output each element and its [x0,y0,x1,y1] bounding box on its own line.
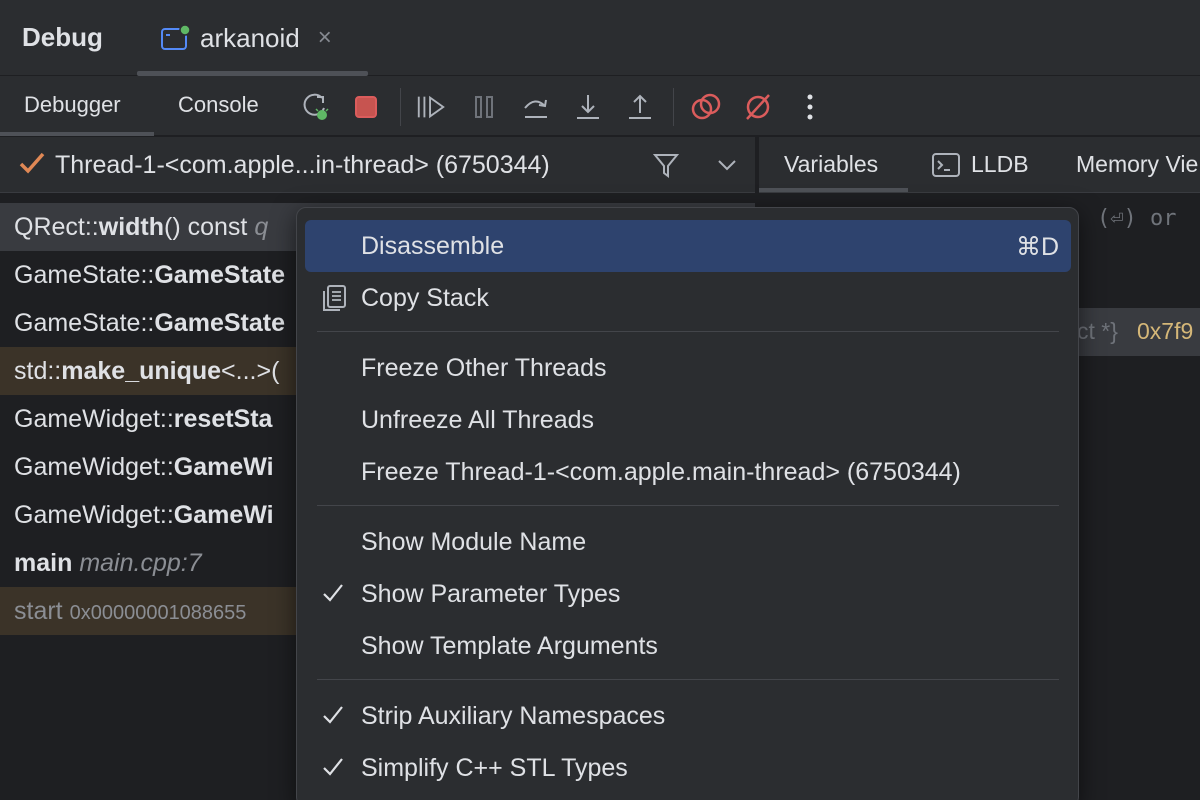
copy-icon [321,284,347,319]
variable-type: ct *} [1077,318,1118,344]
menu-item-label: Disassemble [361,232,505,260]
thread-selector[interactable]: Thread-1-<com.apple...in-thread> (675034… [0,137,755,193]
frame-class: QRect:: [14,213,99,241]
frame-function: GameWi [173,501,274,529]
app-window-icon [160,24,191,51]
frame-signature: <...>( [221,357,280,385]
menu-item-strip-auxiliary-namespaces[interactable]: Strip Auxiliary Namespaces [305,690,1071,742]
menu-separator [317,679,1059,680]
menu-item-shortcut: ⌘D [1015,233,1059,261]
view-breakpoints-icon[interactable] [690,92,722,122]
variables-tab-bar: Variables LLDB Memory Vie [759,137,1200,193]
frame-class: GameWidget:: [14,453,174,481]
check-icon [321,702,345,735]
tab-lldb-label: LLDB [971,151,1029,177]
chevron-down-icon[interactable] [716,155,738,180]
stop-icon[interactable] [350,92,382,122]
pause-icon[interactable] [468,92,500,122]
menu-item-show-template-arguments[interactable]: Show Template Arguments [305,620,1071,672]
menu-item-label: Freeze Thread-1-<com.apple.main-thread> … [361,458,961,486]
menu-item-label: Show Module Name [361,528,587,556]
terminal-icon [932,152,960,177]
mute-breakpoints-icon[interactable] [742,92,774,122]
run-tab-arkanoid[interactable]: arkanoid × [160,18,332,58]
evaluate-hint: (⏎) or [1097,206,1177,231]
tool-window-header: Debug arkanoid × [0,0,1200,76]
run-tab-label: arkanoid [200,22,300,53]
menu-item-freeze-thread[interactable]: Freeze Thread-1-<com.apple.main-thread> … [305,446,1071,498]
frame-function: start [14,597,70,625]
frame-function: GameWi [173,453,274,481]
tab-console[interactable]: Console [178,92,259,118]
menu-item-copy-stack[interactable]: Copy Stack [305,272,1071,324]
frame-function: make_unique [61,357,222,385]
menu-separator [317,331,1059,332]
check-icon [321,580,345,613]
menu-item-simplify-stl-types[interactable]: Simplify C++ STL Types [305,742,1071,794]
step-out-icon[interactable] [624,92,656,122]
toolbar-divider [400,88,401,126]
menu-item-label: Copy Stack [361,284,489,312]
tab-memory-view[interactable]: Memory Vie [1076,151,1198,178]
resume-icon[interactable] [415,92,447,122]
frame-class: GameWidget:: [14,501,174,529]
frame-class: GameWidget:: [14,405,174,433]
frame-class: GameState:: [14,309,155,337]
debugger-toolbar: Debugger Console [0,76,1200,136]
variable-value: 0x7f9 [1137,318,1194,344]
menu-item-disassemble[interactable]: Disassemble ⌘D [305,220,1071,272]
frame-function: width [98,213,165,241]
menu-item-label: Freeze Other Threads [361,354,607,382]
tab-variables[interactable]: Variables [784,151,878,178]
menu-item-label: Unfreeze All Threads [361,406,594,434]
check-icon [321,754,345,787]
variables-tab-indicator [759,188,908,192]
frame-function: GameState [154,309,285,337]
menu-separator [317,505,1059,506]
close-tab-icon[interactable]: × [318,24,332,52]
frames-context-menu: Disassemble ⌘D Copy Stack Freeze Other T… [296,207,1079,800]
menu-item-label: Strip Auxiliary Namespaces [361,702,666,730]
tab-lldb[interactable]: LLDB [931,151,1029,178]
frame-function: resetSta [173,405,273,433]
menu-item-unfreeze-all-threads[interactable]: Unfreeze All Threads [305,394,1071,446]
menu-item-label: Simplify C++ STL Types [361,754,628,782]
filter-icon[interactable] [652,151,680,184]
frame-class: std:: [14,357,62,385]
thread-label: Thread-1-<com.apple...in-thread> (675034… [55,151,550,179]
frame-address: 0x00000001088655 [69,602,247,624]
frame-location: q [254,213,269,241]
toolbar-divider [673,88,674,126]
menu-item-label: Show Parameter Types [361,580,621,608]
rerun-icon[interactable] [300,92,332,122]
menu-item-label: Show Template Arguments [361,632,658,660]
step-over-icon[interactable] [520,92,552,122]
frame-function: main [14,549,73,577]
tab-debugger[interactable]: Debugger [24,92,121,118]
menu-item-freeze-other-threads[interactable]: Freeze Other Threads [305,342,1071,394]
step-into-icon[interactable] [572,92,604,122]
menu-item-show-parameter-types[interactable]: Show Parameter Types [305,568,1071,620]
more-icon[interactable] [794,92,826,122]
debugger-tab-indicator [0,132,154,136]
frame-location: main.cpp:7 [79,549,202,577]
frame-function: GameState [154,261,285,289]
tool-window-title: Debug [22,22,103,52]
menu-item-show-module-name[interactable]: Show Module Name [305,516,1071,568]
frame-class: GameState:: [14,261,155,289]
frame-signature: () const [164,213,255,241]
thread-status-check-icon [18,149,46,182]
